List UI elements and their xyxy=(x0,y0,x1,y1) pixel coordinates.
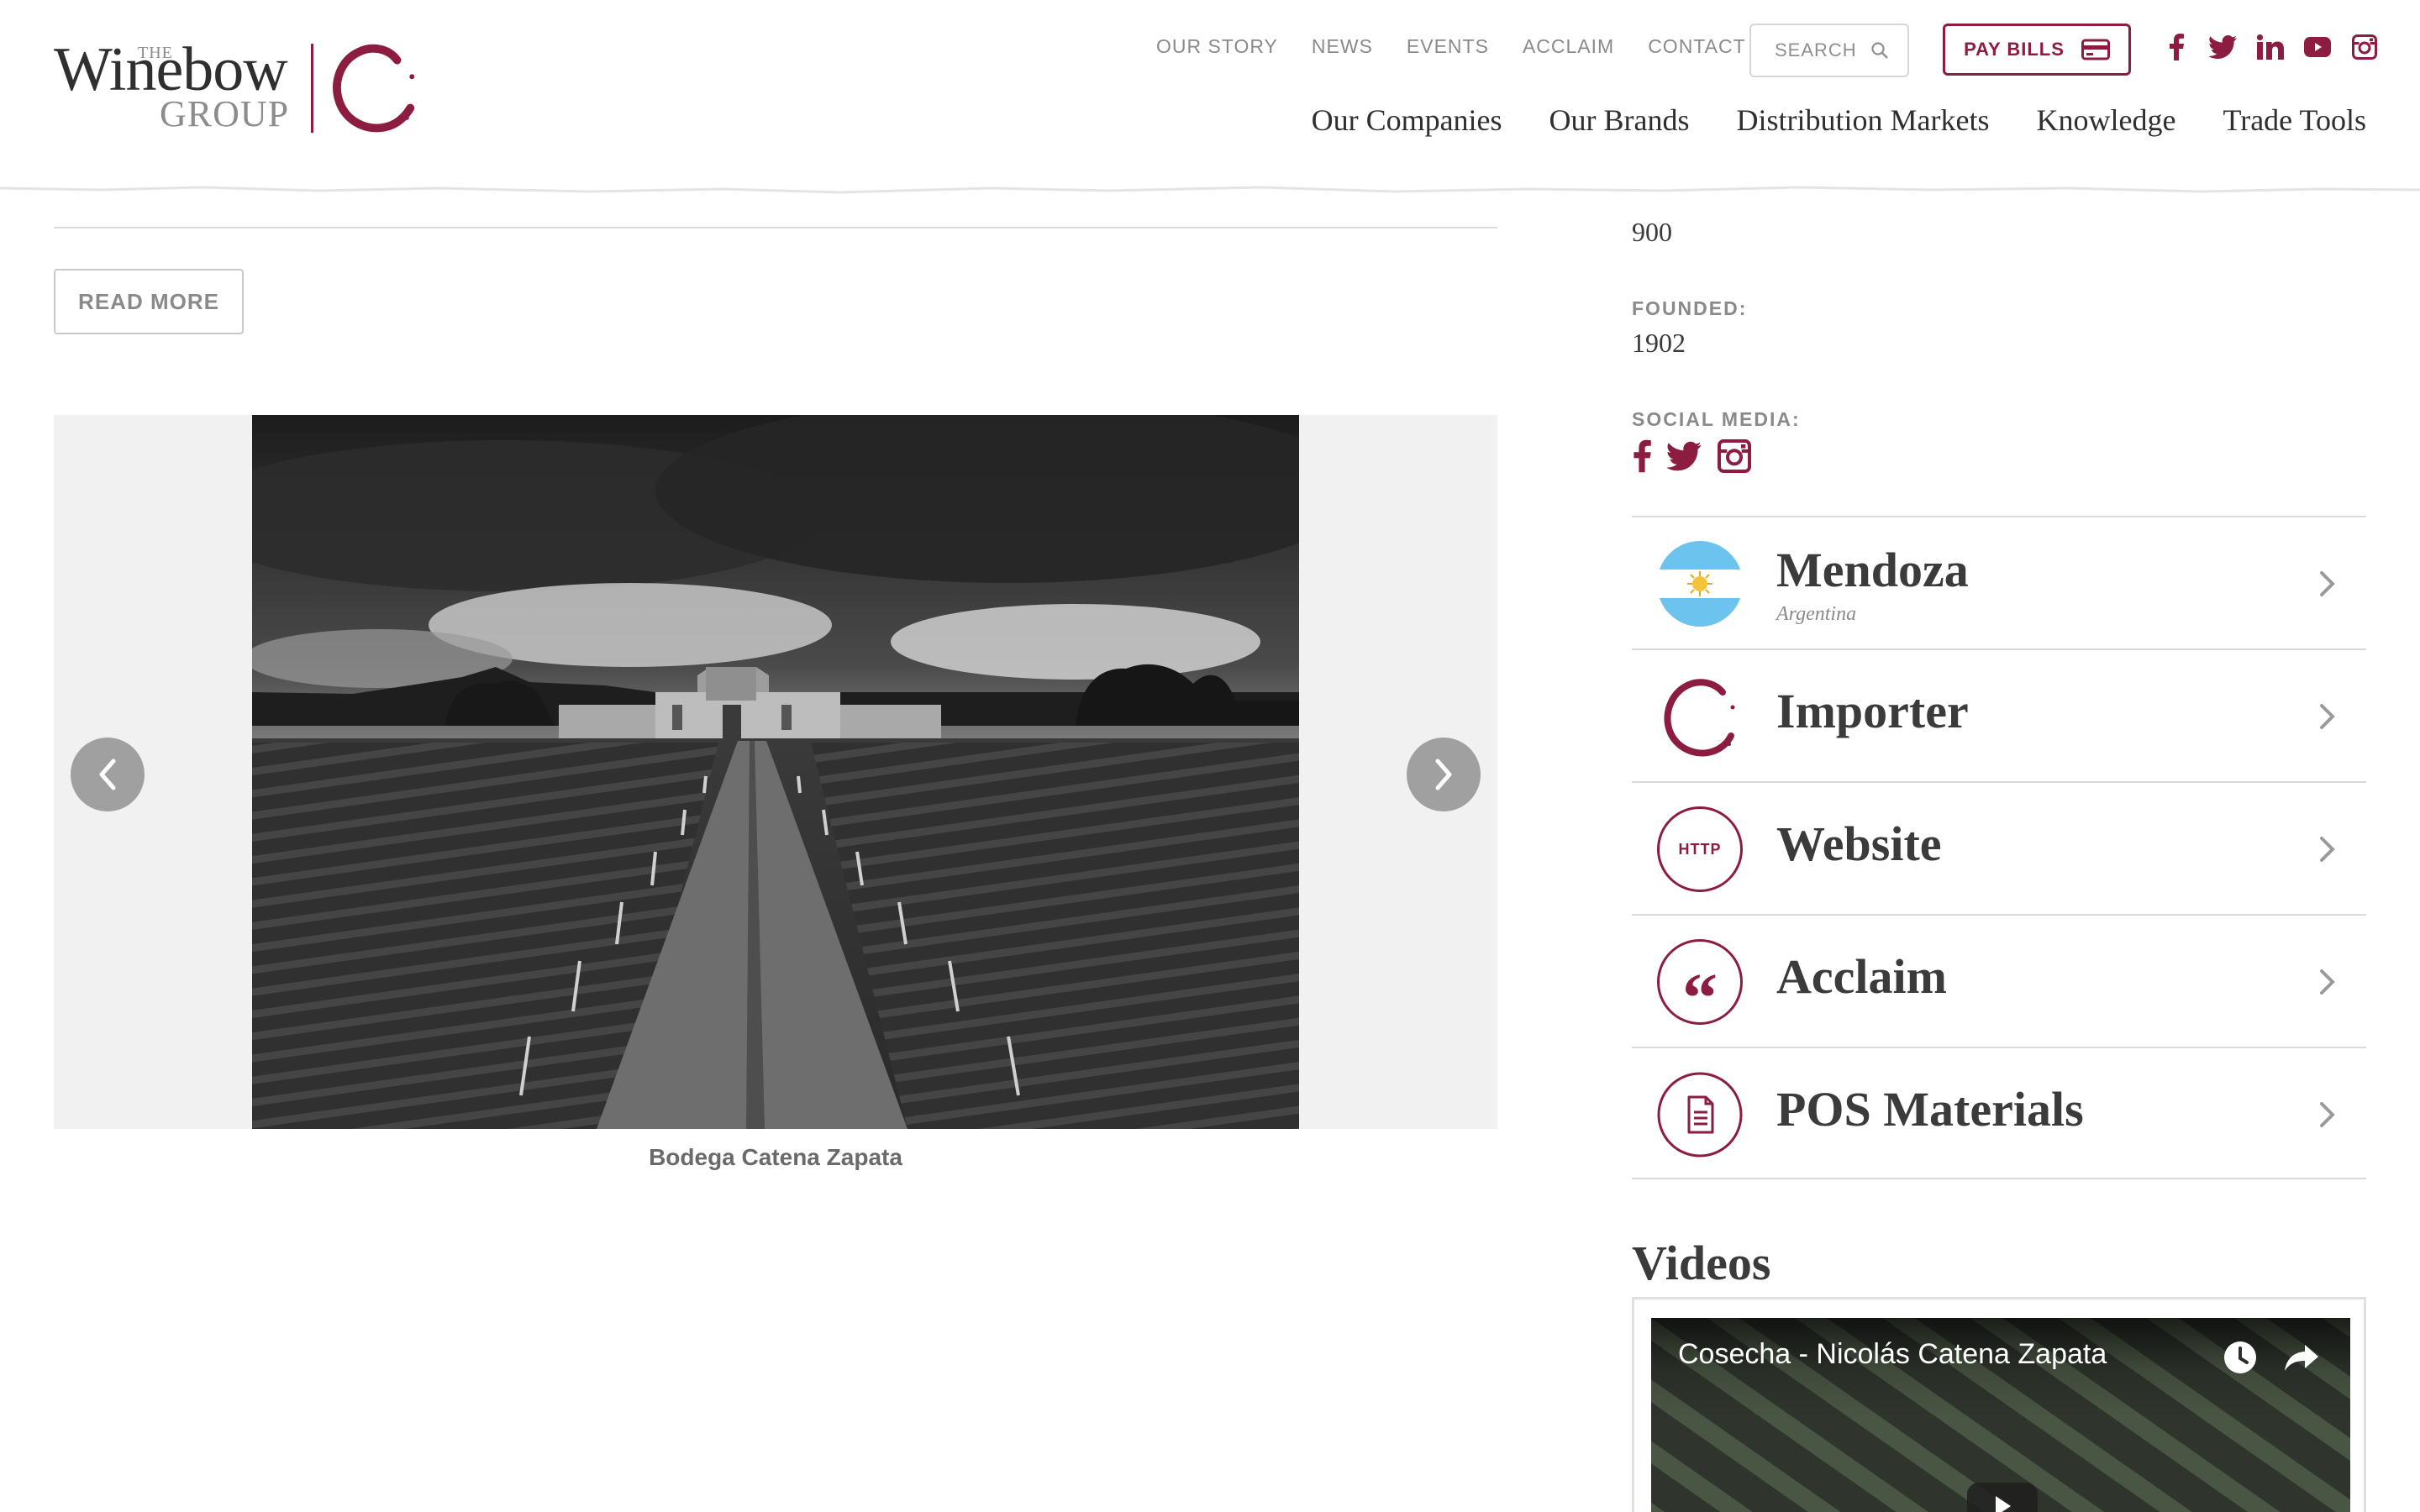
link-row-importer[interactable]: Importer xyxy=(1632,648,2366,781)
link-row-pos-materials[interactable]: POS Materials xyxy=(1632,1047,2366,1179)
chevron-right-icon xyxy=(2320,1102,2335,1127)
facebook-icon[interactable] xyxy=(1632,438,1652,478)
pay-bills-button[interactable]: PAY BILLS xyxy=(1943,24,2131,76)
link-title: Mendoza xyxy=(1776,543,1969,597)
search-icon xyxy=(1871,42,1888,59)
founded-label: FOUNDED: xyxy=(1632,297,1748,319)
link-row-mendoza[interactable]: Mendoza Argentina xyxy=(1632,516,2366,648)
header-torn-edge xyxy=(0,180,2420,194)
share-icon[interactable] xyxy=(2283,1340,2320,1375)
chevron-left-icon xyxy=(99,759,116,790)
logo-divider xyxy=(311,44,313,133)
document-icon xyxy=(1657,1072,1743,1158)
videos-heading: Videos xyxy=(1632,1236,1771,1290)
header-social-links xyxy=(2161,32,2380,62)
winebow-c-icon xyxy=(333,44,415,133)
linkedin-icon[interactable] xyxy=(2255,32,2286,62)
read-more-button[interactable]: READ MORE xyxy=(54,269,244,334)
quote-icon: “ xyxy=(1657,939,1743,1034)
chevron-right-icon xyxy=(2320,969,2335,995)
youtube-icon[interactable] xyxy=(2302,32,2333,62)
link-title: Website xyxy=(1776,816,1942,871)
gallery-caption: Bodega Catena Zapata xyxy=(649,1144,902,1170)
util-nav-acclaim[interactable]: ACCLAIM xyxy=(1523,35,1614,58)
video-player[interactable]: Cosecha - Nicolás Catena Zapata xyxy=(1651,1318,2350,1512)
link-title: Importer xyxy=(1776,684,1969,738)
link-title: POS Materials xyxy=(1776,1082,2084,1137)
gallery-next-button[interactable] xyxy=(1407,738,1481,811)
nav-distribution-markets[interactable]: Distribution Markets xyxy=(1737,102,1990,138)
twitter-icon[interactable] xyxy=(1665,441,1702,475)
gallery-prev-button[interactable] xyxy=(71,738,145,811)
chevron-right-icon xyxy=(2320,571,2335,596)
util-nav-events[interactable]: EVENTS xyxy=(1407,35,1489,58)
section-divider xyxy=(54,227,1497,228)
video-title[interactable]: Cosecha - Nicolás Catena Zapata xyxy=(1678,1338,2107,1371)
winery-photo xyxy=(252,415,1299,1129)
link-subtitle: Argentina xyxy=(1776,603,1857,625)
search-label: SEARCH xyxy=(1775,39,1857,60)
link-row-website[interactable]: HTTP Website xyxy=(1632,781,2366,914)
chevron-right-icon xyxy=(2320,704,2335,729)
logo-group-text: GROUP xyxy=(160,93,290,134)
search-button[interactable]: SEARCH xyxy=(1749,24,1909,77)
http-icon: HTTP xyxy=(1657,806,1743,892)
winebow-group-logo[interactable]: THE Winebow GROUP xyxy=(54,39,424,139)
nav-our-brands[interactable]: Our Brands xyxy=(1549,102,1690,138)
winebow-c-icon xyxy=(1664,679,1735,757)
logo-winebow-text: Winebow xyxy=(54,35,288,104)
main-nav: Our Companies Our Brands Distribution Ma… xyxy=(1312,102,2366,138)
instagram-icon[interactable] xyxy=(2349,32,2380,62)
site-header: THE Winebow GROUP OUR STORY NEWS EVENTS … xyxy=(0,0,2420,202)
nav-trade-tools[interactable]: Trade Tools xyxy=(2223,102,2366,138)
twitter-icon[interactable] xyxy=(2208,32,2238,62)
utility-nav: OUR STORY NEWS EVENTS ACCLAIM CONTACT xyxy=(1156,35,1746,58)
watch-later-icon[interactable] xyxy=(2223,1340,2258,1375)
nav-knowledge[interactable]: Knowledge xyxy=(2037,102,2176,138)
chevron-right-icon xyxy=(2320,837,2335,862)
image-gallery xyxy=(54,415,1497,1129)
chevron-right-icon xyxy=(1435,759,1452,790)
quote-icon-glyph: “ xyxy=(1682,959,1718,1037)
http-icon-text: HTTP xyxy=(1678,840,1722,858)
social-media-label: SOCIAL MEDIA: xyxy=(1632,408,1801,430)
nav-our-companies[interactable]: Our Companies xyxy=(1312,102,1502,138)
link-row-acclaim[interactable]: “ Acclaim xyxy=(1632,914,2366,1047)
stat-value: 900 xyxy=(1632,217,1672,247)
link-title: Acclaim xyxy=(1776,949,1947,1004)
argentina-flag-icon xyxy=(1657,541,1743,627)
instagram-icon[interactable] xyxy=(1718,439,1751,477)
util-nav-news[interactable]: NEWS xyxy=(1312,35,1373,58)
video-controls xyxy=(2223,1340,2320,1375)
util-nav-our-story[interactable]: OUR STORY xyxy=(1156,35,1278,58)
pay-bills-label: PAY BILLS xyxy=(1964,39,2065,60)
credit-card-icon xyxy=(2081,39,2110,60)
brand-links-list: Mendoza Argentina Importer HTTP Website … xyxy=(1632,516,2366,1179)
util-nav-contact[interactable]: CONTACT xyxy=(1648,35,1745,58)
video-card: Cosecha - Nicolás Catena Zapata xyxy=(1632,1297,2366,1512)
facebook-icon[interactable] xyxy=(2161,32,2191,62)
founded-value: 1902 xyxy=(1632,328,1686,358)
brand-social-links xyxy=(1632,438,1751,478)
